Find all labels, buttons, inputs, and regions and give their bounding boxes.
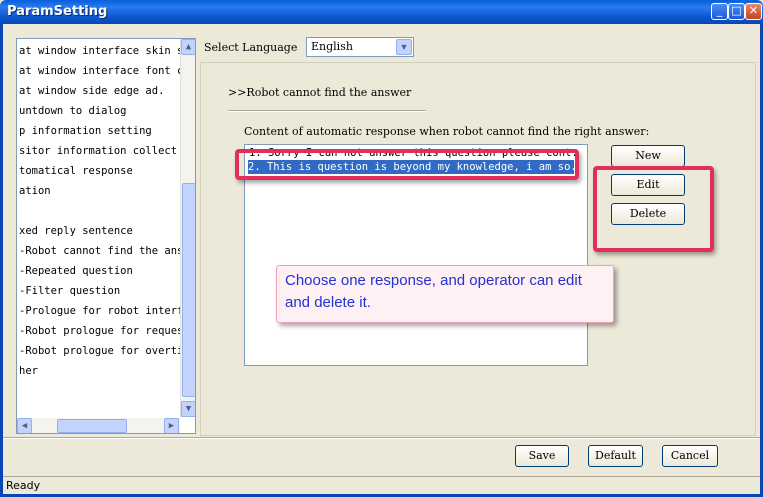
save-button[interactable]: Save — [515, 445, 569, 467]
tree-item[interactable]: sitor information collect — [19, 142, 177, 160]
tree-item[interactable]: -Prologue for robot interfa — [19, 302, 190, 320]
select-language-label: Select Language — [204, 41, 298, 54]
edit-delete-highlight — [593, 166, 714, 252]
maximize-icon[interactable]: □ — [728, 3, 745, 20]
tree-item[interactable]: -Repeated question — [19, 262, 133, 280]
tree-item[interactable]: at window interface skin se — [19, 42, 190, 60]
new-button[interactable]: New — [611, 145, 685, 167]
settings-tree[interactable]: at window interface skin se at window int… — [16, 38, 196, 434]
scroll-up-icon[interactable]: ▲ — [181, 39, 195, 55]
tree-item[interactable]: -Robot cannot find the answ — [19, 242, 190, 260]
language-select-value: English — [311, 40, 353, 53]
tree-hscroll-thumb[interactable] — [57, 419, 127, 433]
tree-item[interactable]: at window interface font co — [19, 62, 190, 80]
annotation-callout: Choose one response, and operator can ed… — [276, 265, 614, 323]
chevron-down-icon[interactable]: ▼ — [396, 39, 412, 55]
tree-item[interactable]: at window side edge ad. — [19, 82, 164, 100]
minimize-icon[interactable]: _ — [711, 3, 728, 20]
tree-item[interactable]: p information setting — [19, 122, 152, 140]
tree-item[interactable]: ation — [19, 182, 51, 200]
title-bar[interactable]: ParamSetting _ □ ✕ — [0, 0, 763, 24]
language-select[interactable]: English ▼ — [306, 37, 414, 57]
bottom-divider — [3, 437, 760, 439]
tree-item[interactable]: untdown to dialog — [19, 102, 126, 120]
tree-vertical-scrollbar[interactable]: ▲ ▼ — [180, 39, 195, 417]
scroll-right-icon[interactable]: ▶ — [164, 418, 179, 433]
tree-horizontal-scrollbar[interactable]: ◀ ▶ — [17, 418, 180, 433]
selected-response-highlight — [235, 149, 579, 180]
tree-item[interactable]: -Robot prologue for overtim — [19, 342, 190, 360]
scroll-left-icon[interactable]: ◀ — [17, 418, 32, 433]
cancel-button[interactable]: Cancel — [662, 445, 718, 467]
section-title: >>Robot cannot find the answer — [228, 86, 412, 99]
tree-item[interactable]: xed reply sentence — [19, 222, 133, 240]
tree-item[interactable]: -Robot prologue for request — [19, 322, 190, 340]
close-icon[interactable]: ✕ — [745, 3, 762, 20]
window-title: ParamSetting — [7, 4, 108, 19]
default-button[interactable]: Default — [588, 445, 643, 467]
tree-scroll-thumb[interactable] — [182, 183, 195, 397]
scroll-down-icon[interactable]: ▼ — [181, 401, 195, 417]
tree-item[interactable]: tomatical response — [19, 162, 133, 180]
status-text: Ready — [6, 479, 41, 492]
responses-caption: Content of automatic response when robot… — [244, 125, 650, 138]
tree-item[interactable]: her — [19, 362, 38, 380]
status-bar: Ready — [3, 476, 760, 494]
tree-item[interactable]: -Filter question — [19, 282, 120, 300]
section-divider — [228, 110, 426, 112]
